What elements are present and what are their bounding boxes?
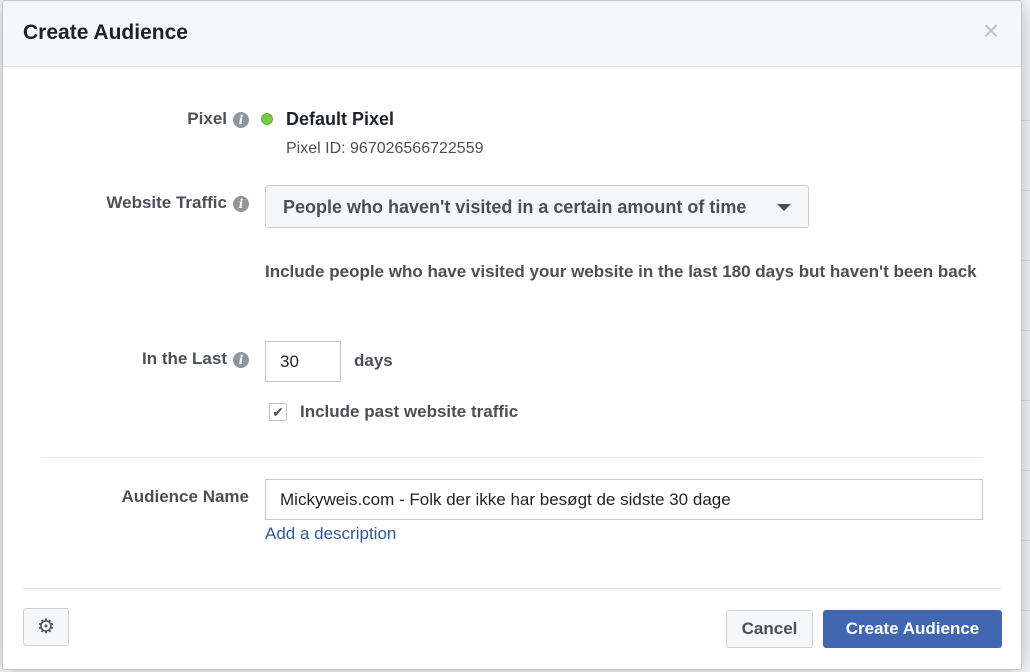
caret-down-icon <box>777 204 791 211</box>
dialog-header: Create Audience × <box>3 1 1021 67</box>
website-traffic-description: Include people who have visited your web… <box>265 262 977 281</box>
in-the-last-label: In the Last <box>141 349 227 368</box>
audience-name-input[interactable] <box>265 479 983 520</box>
audience-name-label: Audience Name <box>121 487 249 506</box>
info-icon[interactable]: i <box>233 195 249 212</box>
pixel-id: Pixel ID: 967026566722559 <box>286 140 484 157</box>
cancel-button[interactable]: Cancel <box>726 610 813 648</box>
info-icon[interactable]: i <box>233 111 249 128</box>
website-traffic-label: Website Traffic <box>106 193 227 212</box>
pixel-name: Default Pixel <box>286 109 395 129</box>
footer-divider <box>23 588 1001 589</box>
website-traffic-dropdown[interactable]: People who haven't visited in a certain … <box>265 185 809 228</box>
pixel-label: Pixel <box>187 109 227 128</box>
close-icon[interactable]: × <box>979 17 1003 45</box>
website-traffic-selected: People who haven't visited in a certain … <box>283 197 747 217</box>
create-audience-button[interactable]: Create Audience <box>823 610 1002 648</box>
include-past-traffic-checkbox[interactable]: ✔ <box>269 403 287 421</box>
pixel-label-row: Pixel i <box>143 109 249 129</box>
add-description-link[interactable]: Add a description <box>265 524 396 544</box>
info-icon[interactable]: i <box>233 351 249 368</box>
include-past-traffic-label[interactable]: Include past website traffic <box>300 402 518 422</box>
days-unit-label: days <box>354 351 393 370</box>
pixel-status-icon <box>261 113 273 125</box>
website-traffic-label-row: Website Traffic i <box>43 193 249 213</box>
create-audience-dialog: Create Audience × Pixel i Default Pixel P… <box>2 0 1022 670</box>
dialog-title: Create Audience <box>23 21 188 44</box>
in-the-last-label-row: In the Last i <box>83 349 249 369</box>
section-divider <box>43 457 983 458</box>
gear-icon[interactable]: ⚙ <box>23 608 69 646</box>
days-input[interactable] <box>265 341 341 382</box>
